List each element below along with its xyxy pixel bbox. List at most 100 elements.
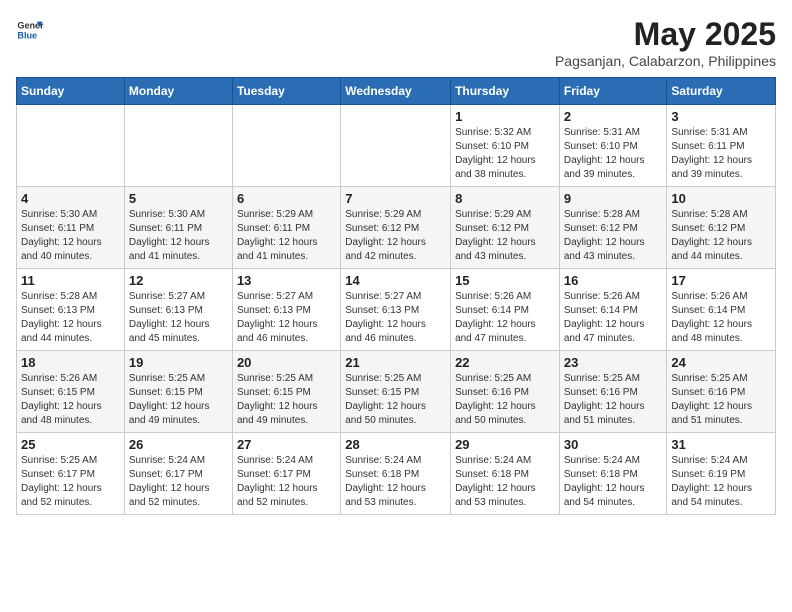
day-number: 21	[345, 355, 446, 370]
day-number: 5	[129, 191, 228, 206]
header-saturday: Saturday	[667, 78, 776, 105]
day-cell	[341, 105, 451, 187]
day-number: 25	[21, 437, 120, 452]
day-info: Sunrise: 5:28 AM Sunset: 6:12 PM Dayligh…	[564, 208, 663, 264]
day-info: Sunrise: 5:24 AM Sunset: 6:17 PM Dayligh…	[237, 454, 336, 510]
week-row-5: 25Sunrise: 5:25 AM Sunset: 6:17 PM Dayli…	[17, 433, 776, 515]
calendar-table: SundayMondayTuesdayWednesdayThursdayFrid…	[16, 77, 776, 515]
day-info: Sunrise: 5:26 AM Sunset: 6:14 PM Dayligh…	[671, 290, 771, 346]
day-info: Sunrise: 5:25 AM Sunset: 6:15 PM Dayligh…	[345, 372, 446, 428]
day-number: 18	[21, 355, 120, 370]
day-info: Sunrise: 5:24 AM Sunset: 6:17 PM Dayligh…	[129, 454, 228, 510]
day-cell: 28Sunrise: 5:24 AM Sunset: 6:18 PM Dayli…	[341, 433, 451, 515]
day-cell: 27Sunrise: 5:24 AM Sunset: 6:17 PM Dayli…	[232, 433, 340, 515]
day-cell: 21 Sunrise: 5:25 AM Sunset: 6:15 PM Dayli…	[341, 351, 451, 433]
day-cell: 29 Sunrise: 5:24 AM Sunset: 6:18 PM Dayli…	[451, 433, 560, 515]
day-number: 15	[455, 273, 555, 288]
day-number: 11	[21, 273, 120, 288]
day-cell: 3 Sunrise: 5:31 AM Sunset: 6:11 PM Daylig…	[667, 105, 776, 187]
day-number: 17	[671, 273, 771, 288]
header-thursday: Thursday	[451, 78, 560, 105]
week-row-2: 4 Sunrise: 5:30 AM Sunset: 6:11 PM Daylig…	[17, 187, 776, 269]
day-info: Sunrise: 5:24 AM Sunset: 6:18 PM Dayligh…	[345, 454, 446, 510]
day-cell: 2 Sunrise: 5:31 AM Sunset: 6:10 PM Daylig…	[559, 105, 667, 187]
day-number: 3	[671, 109, 771, 124]
day-info: Sunrise: 5:27 AM Sunset: 6:13 PM Dayligh…	[345, 290, 446, 346]
day-info: Sunrise: 5:29 AM Sunset: 6:11 PM Dayligh…	[237, 208, 336, 264]
day-cell: 8Sunrise: 5:29 AM Sunset: 6:12 PM Daylig…	[451, 187, 560, 269]
day-info: Sunrise: 5:31 AM Sunset: 6:10 PM Dayligh…	[564, 126, 663, 182]
day-number: 29	[455, 437, 555, 452]
day-cell: 6 Sunrise: 5:29 AM Sunset: 6:11 PM Daylig…	[232, 187, 340, 269]
day-info: Sunrise: 5:28 AM Sunset: 6:13 PM Dayligh…	[21, 290, 120, 346]
day-cell: 7Sunrise: 5:29 AM Sunset: 6:12 PM Daylig…	[341, 187, 451, 269]
header-row: SundayMondayTuesdayWednesdayThursdayFrid…	[17, 78, 776, 105]
day-cell: 9 Sunrise: 5:28 AM Sunset: 6:12 PM Daylig…	[559, 187, 667, 269]
day-cell: 5 Sunrise: 5:30 AM Sunset: 6:11 PM Daylig…	[124, 187, 232, 269]
main-title: May 2025	[555, 16, 776, 53]
day-info: Sunrise: 5:30 AM Sunset: 6:11 PM Dayligh…	[129, 208, 228, 264]
day-number: 9	[564, 191, 663, 206]
day-cell: 14 Sunrise: 5:27 AM Sunset: 6:13 PM Dayli…	[341, 269, 451, 351]
day-info: Sunrise: 5:25 AM Sunset: 6:16 PM Dayligh…	[455, 372, 555, 428]
day-info: Sunrise: 5:25 AM Sunset: 6:16 PM Dayligh…	[564, 372, 663, 428]
day-cell: 1Sunrise: 5:32 AM Sunset: 6:10 PM Daylig…	[451, 105, 560, 187]
day-number: 19	[129, 355, 228, 370]
svg-text:Blue: Blue	[17, 30, 37, 40]
day-number: 31	[671, 437, 771, 452]
day-cell: 23 Sunrise: 5:25 AM Sunset: 6:16 PM Dayli…	[559, 351, 667, 433]
day-cell: 15 Sunrise: 5:26 AM Sunset: 6:14 PM Dayli…	[451, 269, 560, 351]
day-info: Sunrise: 5:24 AM Sunset: 6:18 PM Dayligh…	[564, 454, 663, 510]
day-info: Sunrise: 5:31 AM Sunset: 6:11 PM Dayligh…	[671, 126, 771, 182]
logo-icon: General Blue	[16, 16, 44, 44]
day-number: 13	[237, 273, 336, 288]
day-number: 14	[345, 273, 446, 288]
day-info: Sunrise: 5:32 AM Sunset: 6:10 PM Dayligh…	[455, 126, 555, 182]
day-cell: 18 Sunrise: 5:26 AM Sunset: 6:15 PM Dayli…	[17, 351, 125, 433]
day-cell: 30Sunrise: 5:24 AM Sunset: 6:18 PM Dayli…	[559, 433, 667, 515]
day-number: 2	[564, 109, 663, 124]
day-cell: 16Sunrise: 5:26 AM Sunset: 6:14 PM Dayli…	[559, 269, 667, 351]
header-tuesday: Tuesday	[232, 78, 340, 105]
day-info: Sunrise: 5:25 AM Sunset: 6:16 PM Dayligh…	[671, 372, 771, 428]
day-info: Sunrise: 5:26 AM Sunset: 6:15 PM Dayligh…	[21, 372, 120, 428]
day-number: 4	[21, 191, 120, 206]
day-info: Sunrise: 5:24 AM Sunset: 6:19 PM Dayligh…	[671, 454, 771, 510]
day-cell: 13 Sunrise: 5:27 AM Sunset: 6:13 PM Dayli…	[232, 269, 340, 351]
header-monday: Monday	[124, 78, 232, 105]
header-friday: Friday	[559, 78, 667, 105]
day-cell: 25Sunrise: 5:25 AM Sunset: 6:17 PM Dayli…	[17, 433, 125, 515]
day-info: Sunrise: 5:27 AM Sunset: 6:13 PM Dayligh…	[129, 290, 228, 346]
day-info: Sunrise: 5:27 AM Sunset: 6:13 PM Dayligh…	[237, 290, 336, 346]
day-cell: 24 Sunrise: 5:25 AM Sunset: 6:16 PM Dayli…	[667, 351, 776, 433]
day-number: 23	[564, 355, 663, 370]
day-number: 22	[455, 355, 555, 370]
week-row-3: 11 Sunrise: 5:28 AM Sunset: 6:13 PM Dayli…	[17, 269, 776, 351]
day-number: 7	[345, 191, 446, 206]
day-number: 6	[237, 191, 336, 206]
week-row-1: 1Sunrise: 5:32 AM Sunset: 6:10 PM Daylig…	[17, 105, 776, 187]
day-cell: 20Sunrise: 5:25 AM Sunset: 6:15 PM Dayli…	[232, 351, 340, 433]
day-number: 24	[671, 355, 771, 370]
week-row-4: 18 Sunrise: 5:26 AM Sunset: 6:15 PM Dayli…	[17, 351, 776, 433]
day-number: 26	[129, 437, 228, 452]
header-wednesday: Wednesday	[341, 78, 451, 105]
day-cell: 17 Sunrise: 5:26 AM Sunset: 6:14 PM Dayli…	[667, 269, 776, 351]
day-number: 10	[671, 191, 771, 206]
day-info: Sunrise: 5:30 AM Sunset: 6:11 PM Dayligh…	[21, 208, 120, 264]
day-cell: 4 Sunrise: 5:30 AM Sunset: 6:11 PM Daylig…	[17, 187, 125, 269]
day-info: Sunrise: 5:29 AM Sunset: 6:12 PM Dayligh…	[455, 208, 555, 264]
day-info: Sunrise: 5:26 AM Sunset: 6:14 PM Dayligh…	[455, 290, 555, 346]
title-block: May 2025 Pagsanjan, Calabarzon, Philippi…	[555, 16, 776, 69]
logo: General Blue	[16, 16, 48, 44]
day-cell: 11 Sunrise: 5:28 AM Sunset: 6:13 PM Dayli…	[17, 269, 125, 351]
day-cell: 31 Sunrise: 5:24 AM Sunset: 6:19 PM Dayli…	[667, 433, 776, 515]
day-number: 12	[129, 273, 228, 288]
subtitle: Pagsanjan, Calabarzon, Philippines	[555, 53, 776, 69]
day-number: 16	[564, 273, 663, 288]
header-sunday: Sunday	[17, 78, 125, 105]
day-info: Sunrise: 5:25 AM Sunset: 6:15 PM Dayligh…	[129, 372, 228, 428]
day-cell: 22 Sunrise: 5:25 AM Sunset: 6:16 PM Dayli…	[451, 351, 560, 433]
day-info: Sunrise: 5:28 AM Sunset: 6:12 PM Dayligh…	[671, 208, 771, 264]
day-info: Sunrise: 5:24 AM Sunset: 6:18 PM Dayligh…	[455, 454, 555, 510]
